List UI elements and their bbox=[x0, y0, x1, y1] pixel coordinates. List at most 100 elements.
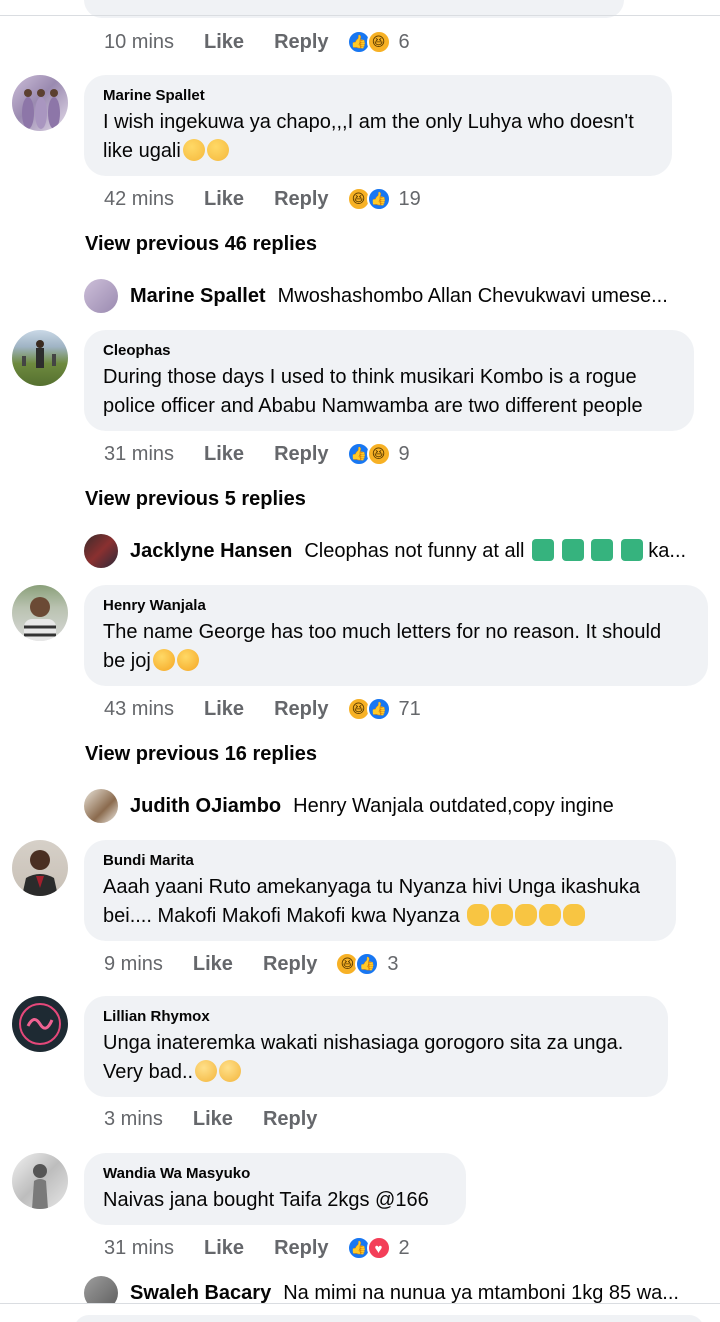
reply-button[interactable]: Reply bbox=[274, 31, 328, 54]
avatar[interactable] bbox=[12, 75, 68, 131]
like-button[interactable]: Like bbox=[193, 1108, 233, 1131]
reaction-summary[interactable]: 👍 😆 bbox=[346, 30, 391, 54]
view-previous-replies-link[interactable]: View previous 5 replies bbox=[85, 488, 306, 511]
reply-text: Mwoshashombo Allan Chevukwavi umese... bbox=[277, 284, 668, 307]
comment-author[interactable]: Bundi Marita bbox=[103, 852, 656, 869]
comment-text: Aaah yaani Ruto amekanyaga tu Nyanza hiv… bbox=[103, 876, 640, 927]
comment-meta-row: 43 mins Like Reply 😆 👍 71 bbox=[104, 697, 421, 721]
comment-author[interactable]: Henry Wanjala bbox=[103, 597, 688, 614]
like-button[interactable]: Like bbox=[204, 698, 244, 721]
avatar[interactable] bbox=[12, 996, 68, 1052]
like-reaction-icon: 👍 bbox=[366, 697, 391, 721]
weary-face-icon bbox=[182, 139, 205, 161]
comment-time: 42 mins bbox=[104, 187, 175, 210]
comment-time: 10 mins bbox=[104, 30, 175, 53]
reaction-summary[interactable]: 👍 ♥ bbox=[346, 1236, 391, 1260]
haha-reaction-icon: 😆 bbox=[366, 442, 391, 466]
comment-bubble[interactable]: Bundi Marita Aaah yaani Ruto amekanyaga … bbox=[84, 840, 676, 941]
reply-author[interactable]: Jacklyne Hansen bbox=[130, 540, 292, 563]
comment-meta-row: 3 mins Like Reply bbox=[104, 1108, 335, 1131]
view-previous-replies-link[interactable]: View previous 46 replies bbox=[85, 233, 317, 256]
avatar bbox=[84, 279, 118, 313]
reaction-summary[interactable]: 👍 😆 bbox=[346, 442, 391, 466]
avatar-photo-icon bbox=[22, 340, 56, 368]
reaction-summary[interactable]: 😆 👍 bbox=[346, 697, 391, 721]
avatar-photo-icon bbox=[22, 89, 60, 129]
comment-meta-row: 9 mins Like Reply 😆 👍 3 bbox=[104, 952, 399, 976]
comment-bubble[interactable]: Wandia Wa Masyuko Naivas jana bought Tai… bbox=[84, 1153, 466, 1225]
clapping-hands-icon bbox=[539, 904, 562, 926]
view-previous-replies-link[interactable]: View previous 16 replies bbox=[85, 743, 317, 766]
sleepy-face-icon bbox=[219, 1060, 242, 1082]
reply-button[interactable]: Reply bbox=[274, 443, 328, 466]
comment-time: 43 mins bbox=[104, 697, 175, 720]
comment-author[interactable]: Cleophas bbox=[103, 342, 674, 359]
comment-text: During those days I used to think musika… bbox=[103, 366, 643, 417]
avatar[interactable] bbox=[12, 330, 68, 386]
clapping-hands-icon bbox=[563, 904, 586, 926]
reply-button[interactable]: Reply bbox=[274, 1237, 328, 1260]
comment-meta-row: 31 mins Like Reply 👍 ♥ 2 bbox=[104, 1236, 410, 1260]
avatar[interactable] bbox=[12, 1153, 68, 1209]
reply-button[interactable]: Reply bbox=[263, 953, 317, 976]
reply-text: Cleophas not funny at all ka... bbox=[304, 539, 687, 562]
comment-author[interactable]: Lillian Rhymox bbox=[103, 1008, 648, 1025]
squinting-tongue-face-icon bbox=[176, 649, 199, 671]
like-button[interactable]: Like bbox=[204, 188, 244, 211]
toilet-icon bbox=[591, 539, 614, 561]
reply-button[interactable]: Reply bbox=[274, 188, 328, 211]
avatar bbox=[84, 534, 118, 568]
comment-bubble[interactable]: Henry Wanjala The name George has too mu… bbox=[84, 585, 708, 686]
like-reaction-icon: 👍 bbox=[355, 952, 380, 976]
comment-text: I wish ingekuwa ya chapo,,,I am the only… bbox=[103, 111, 634, 162]
reply-button[interactable]: Reply bbox=[274, 698, 328, 721]
reaction-count: 19 bbox=[398, 187, 421, 210]
comment-bubble[interactable]: Lillian Rhymox Unga inateremka wakati ni… bbox=[84, 996, 668, 1097]
avatar[interactable] bbox=[12, 585, 68, 641]
reply-preview[interactable]: Judith OJiambo Henry Wanjala outdated,co… bbox=[84, 789, 704, 823]
avatar bbox=[84, 789, 118, 823]
reply-preview[interactable]: Marine Spallet Mwoshashombo Allan Chevuk… bbox=[84, 279, 704, 313]
toilet-icon bbox=[561, 539, 584, 561]
avatar[interactable] bbox=[12, 840, 68, 896]
comment-text: Naivas jana bought Taifa 2kgs @166 bbox=[103, 1189, 429, 1211]
avatar-photo-icon bbox=[24, 597, 56, 641]
comment-time: 31 mins bbox=[104, 442, 175, 465]
comment-bubble[interactable]: Cleophas During those days I used to thi… bbox=[84, 330, 694, 431]
reaction-summary[interactable]: 😆 👍 bbox=[346, 187, 391, 211]
comment-text: Unga inateremka wakati nishasiaga gorogo… bbox=[103, 1032, 624, 1083]
like-button[interactable]: Like bbox=[204, 31, 244, 54]
reaction-count: 3 bbox=[387, 952, 399, 975]
reaction-summary[interactable]: 😆 👍 bbox=[335, 952, 380, 976]
reply-text: Na mimi na nunua ya mtamboni 1kg 85 wa..… bbox=[283, 1281, 679, 1304]
reaction-count: 6 bbox=[398, 30, 410, 53]
reaction-count: 2 bbox=[398, 1236, 410, 1259]
comment-bubble[interactable]: Marine Spallet I wish ingekuwa ya chapo,… bbox=[84, 75, 672, 176]
like-button[interactable]: Like bbox=[204, 1237, 244, 1260]
reply-author[interactable]: Marine Spallet bbox=[130, 285, 266, 308]
like-reaction-icon: 👍 bbox=[366, 187, 391, 211]
comment-time: 9 mins bbox=[104, 952, 163, 975]
comment-time: 3 mins bbox=[104, 1108, 163, 1130]
clapping-hands-icon bbox=[467, 904, 490, 926]
comment-input-edge[interactable] bbox=[74, 1315, 704, 1322]
squinting-tongue-face-icon bbox=[152, 649, 175, 671]
like-button[interactable]: Like bbox=[204, 443, 244, 466]
reply-button[interactable]: Reply bbox=[263, 1108, 317, 1131]
reaction-count: 9 bbox=[398, 442, 410, 465]
haha-reaction-icon: 😆 bbox=[366, 30, 391, 54]
reply-author[interactable]: Swaleh Bacary bbox=[130, 1282, 271, 1305]
avatar-photo-icon bbox=[19, 1003, 61, 1045]
comment-author[interactable]: Marine Spallet bbox=[103, 87, 652, 104]
comment-author[interactable]: Wandia Wa Masyuko bbox=[103, 1165, 446, 1182]
toilet-icon bbox=[532, 539, 555, 561]
clapping-hands-icon bbox=[515, 904, 538, 926]
love-reaction-icon: ♥ bbox=[366, 1236, 391, 1260]
reply-author[interactable]: Judith OJiambo bbox=[130, 795, 281, 818]
reaction-count: 71 bbox=[398, 697, 421, 720]
reply-preview[interactable]: Jacklyne Hansen Cleophas not funny at al… bbox=[84, 534, 704, 568]
comment-time: 31 mins bbox=[104, 1236, 175, 1259]
like-button[interactable]: Like bbox=[193, 953, 233, 976]
comment-meta-row: 42 mins Like Reply 😆 👍 19 bbox=[104, 187, 421, 211]
reply-text: Henry Wanjala outdated,copy ingine bbox=[293, 794, 614, 817]
